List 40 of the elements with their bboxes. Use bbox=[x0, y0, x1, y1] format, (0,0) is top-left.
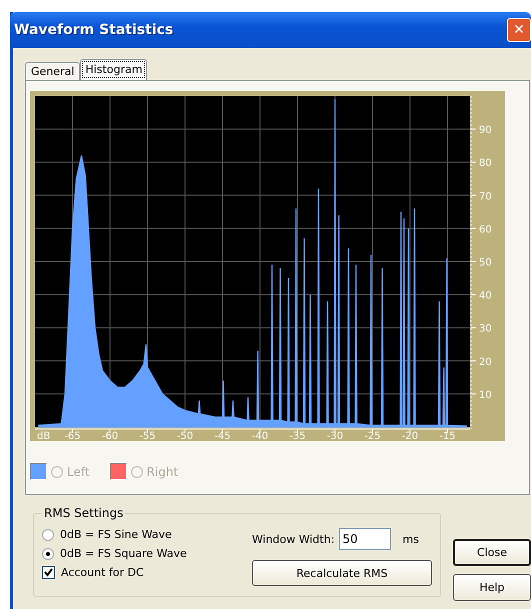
tick-label: -25 bbox=[364, 431, 381, 441]
dialog-button[interactable]: Help bbox=[453, 574, 531, 601]
tick-label: -65 bbox=[64, 431, 81, 441]
unit-label: ms bbox=[402, 532, 419, 546]
radio-button[interactable] bbox=[42, 528, 54, 540]
option-label: 0dB = FS Sine Wave bbox=[60, 528, 172, 541]
tick-label: -45 bbox=[214, 431, 231, 441]
tick-label: -20 bbox=[402, 431, 418, 441]
tick-label: -40 bbox=[252, 431, 268, 441]
tab[interactable]: General bbox=[25, 62, 80, 80]
channel-label: Left bbox=[67, 464, 90, 478]
tick-label: 20 bbox=[479, 356, 492, 368]
tick-label: 60 bbox=[479, 224, 492, 236]
tick-label: -60 bbox=[102, 431, 118, 441]
dialog-button[interactable]: Close bbox=[453, 539, 531, 566]
field-label: Window Width: bbox=[252, 532, 335, 546]
recalculate-button[interactable]: Recalculate RMS bbox=[252, 560, 432, 586]
tick-label: 50 bbox=[479, 258, 492, 268]
tick-label: 90 bbox=[479, 125, 492, 136]
tick-label: 80 bbox=[479, 158, 492, 170]
channel-label: Right bbox=[146, 464, 178, 478]
checkbox[interactable] bbox=[42, 566, 55, 579]
checkbox-label: Account for DC bbox=[61, 566, 144, 579]
close-button[interactable]: ✕ bbox=[507, 18, 531, 42]
tab[interactable]: Histogram bbox=[80, 59, 148, 80]
axis-unit-label: dB bbox=[37, 431, 50, 441]
tick-label: 30 bbox=[479, 324, 492, 335]
tick-label: -15 bbox=[439, 431, 456, 441]
window-title: Waveform Statistics bbox=[14, 22, 174, 38]
tick-label: -35 bbox=[289, 431, 306, 441]
tick-label: 40 bbox=[479, 290, 492, 302]
option-label: 0dB = FS Square Wave bbox=[60, 547, 187, 560]
radio-button[interactable] bbox=[42, 548, 54, 560]
window-width-field[interactable]: 50 bbox=[338, 528, 391, 550]
group-title: RMS Settings bbox=[42, 506, 126, 520]
tick-label: 70 bbox=[479, 191, 492, 202]
tick-label: -30 bbox=[326, 431, 344, 441]
tick-label: -55 bbox=[139, 431, 156, 441]
tick-label: 10 bbox=[479, 390, 492, 401]
tick-label: -50 bbox=[176, 431, 194, 441]
